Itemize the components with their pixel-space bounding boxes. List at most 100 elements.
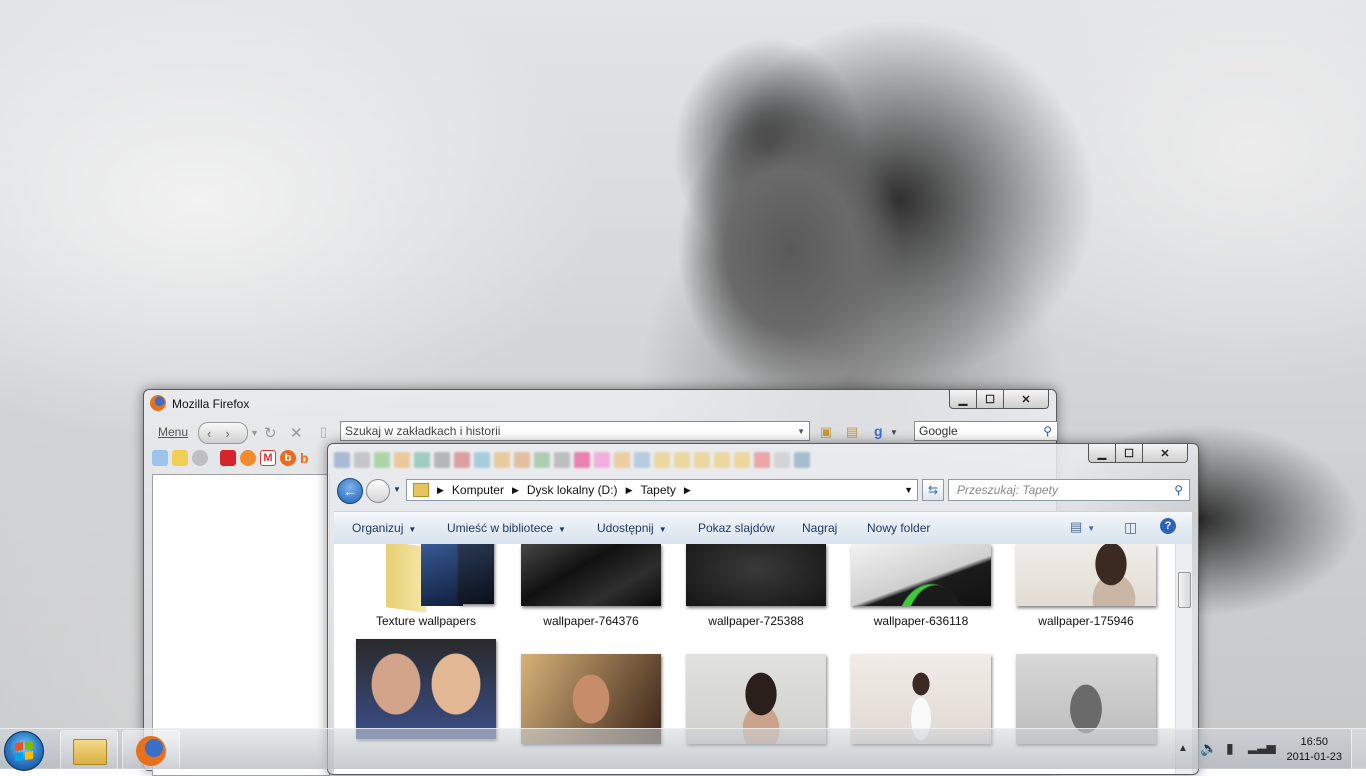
window-controls: ▁ ☐ ✕ [1088, 444, 1188, 463]
breadcrumb-separator[interactable]: ▶ [684, 485, 691, 496]
list-item[interactable]: wallpaper-636118 [841, 544, 1001, 628]
burn-button[interactable]: Nagraj [802, 521, 837, 535]
windows-logo-icon [15, 741, 33, 761]
address-dropdown-icon[interactable]: ▼ [904, 485, 913, 495]
search-engine-dropdown-icon[interactable]: ▼ [890, 428, 898, 437]
list-item[interactable]: wallpaper-175946 [1006, 544, 1166, 628]
url-dropdown-icon[interactable]: ▼ [797, 427, 805, 436]
slideshow-button[interactable]: Pokaz slajdów [698, 521, 775, 535]
preview-pane-icon[interactable]: ◫ [1124, 519, 1137, 536]
show-hidden-icons-icon[interactable]: ▲ [1178, 743, 1188, 754]
close-button[interactable]: ✕ [1143, 444, 1188, 463]
caret-down-icon: ▼ [558, 525, 566, 534]
image-thumbnail [1016, 544, 1156, 606]
close-button[interactable]: ✕ [1004, 390, 1049, 409]
folder-icon[interactable] [172, 450, 188, 466]
breadcrumb-drive[interactable]: Dysk lokalny (D:) [527, 483, 618, 497]
explorer-window[interactable]: ▁ ☐ ✕ ← ▼ ▶ Komputer ▶ Dysk lokalny (D:)… [327, 443, 1199, 775]
list-item[interactable]: Texture wallpapers [346, 544, 506, 628]
orange-b-icon[interactable]: b [280, 450, 296, 466]
list-item[interactable]: wallpaper-764376 [511, 544, 671, 628]
firefox-logo-icon [136, 736, 166, 766]
add-to-library-button[interactable]: Umieść w bibliotece ▼ [447, 521, 566, 535]
firefox-logo-icon [150, 395, 166, 411]
clock-time: 16:50 [1300, 736, 1329, 748]
start-button[interactable] [4, 731, 44, 771]
taskbar-firefox-button[interactable] [122, 730, 180, 770]
menu-button[interactable]: Menu [158, 425, 188, 439]
navigation-toolbar: Menu ‹ › ▼ ↻ ✕ ▯ Szukaj w zakładkach i h… [152, 421, 1058, 445]
breadcrumb-separator[interactable]: ▶ [626, 485, 633, 496]
share-button[interactable]: Udostępnij ▼ [597, 521, 667, 535]
caret-down-icon: ▼ [408, 525, 417, 534]
folder-icon [413, 483, 429, 497]
page-icon: ▯ [320, 424, 328, 439]
image-thumbnail [851, 544, 991, 606]
search-engine-label: Google [919, 424, 958, 438]
scrollbar-thumb[interactable] [1178, 572, 1191, 608]
refresh-icon[interactable]: ⇆ [922, 479, 944, 501]
caret-down-icon: ▼ [658, 525, 667, 534]
volume-icon[interactable]: 🔈 [1200, 740, 1217, 757]
taskbar: ▲ 🔈 ▮ ▂▃▅ 16:50 2011-01-23 [0, 728, 1366, 771]
window-controls: ▁ ☐ ✕ [949, 390, 1049, 409]
search-box[interactable]: Google ⚲ [914, 421, 1058, 441]
breadcrumb-separator[interactable]: ▶ [512, 485, 519, 496]
recent-pages-dropdown-icon[interactable]: ▼ [393, 485, 401, 494]
taskbar-explorer-button[interactable] [60, 730, 118, 770]
history-dropdown-icon[interactable]: ▼ [250, 428, 259, 438]
gmail-icon[interactable]: M [260, 450, 276, 466]
image-thumbnail [356, 639, 496, 739]
url-placeholder: Szukaj w zakładkach i historii [345, 424, 501, 438]
view-options-icon[interactable]: ▤ ▼ [1070, 519, 1095, 535]
organize-button[interactable]: Organizuj ▼ [352, 521, 416, 535]
forward-arrow-icon[interactable] [366, 479, 390, 503]
list-item[interactable]: wallpaper-725388 [676, 544, 836, 628]
minimize-button[interactable]: ▁ [949, 390, 977, 409]
bookmarks-search-icon[interactable] [152, 450, 168, 466]
image-thumbnail [686, 544, 826, 606]
file-name: wallpaper-725388 [708, 614, 804, 628]
maximize-button[interactable]: ☐ [1116, 444, 1143, 463]
breadcrumb-folder[interactable]: Tapety [640, 483, 675, 497]
breadcrumb-computer[interactable]: Komputer [452, 483, 504, 497]
address-bar[interactable]: ▶ Komputer ▶ Dysk lokalny (D:) ▶ Tapety … [406, 479, 918, 501]
minimize-button[interactable]: ▁ [1088, 444, 1116, 463]
show-desktop-button[interactable] [1351, 729, 1366, 769]
google-icon[interactable]: g [874, 423, 883, 439]
gray-circle-icon[interactable] [192, 450, 208, 466]
folder-icon [73, 739, 107, 765]
reload-icon[interactable]: ↻ [264, 424, 277, 442]
blogger-icon[interactable]: b [300, 450, 316, 466]
address-row: ← ▼ ▶ Komputer ▶ Dysk lokalny (D:) ▶ Tap… [334, 476, 1192, 504]
clock[interactable]: 16:50 2011-01-23 [1287, 735, 1342, 765]
search-icon[interactable]: ⚲ [1174, 483, 1183, 497]
network-signal-icon[interactable]: ▂▃▅ [1248, 740, 1276, 754]
folder-icon [366, 544, 494, 613]
file-name: Texture wallpapers [375, 614, 477, 628]
clipboard-icon[interactable]: ▣ [820, 424, 832, 440]
window-title: Mozilla Firefox [172, 397, 250, 411]
file-name: wallpaper-764376 [543, 614, 639, 628]
command-bar: Organizuj ▼ Umieść w bibliotece ▼ Udostępn… [334, 511, 1192, 545]
url-bar[interactable]: Szukaj w zakładkach i historii ▼ [340, 421, 810, 441]
bookmarks-toolbar: M b b [152, 448, 316, 468]
back-forward-buttons[interactable]: ‹ › [198, 422, 248, 444]
bookmark-star-icon[interactable]: ▤ [846, 424, 858, 440]
forward-arrow-icon[interactable]: › [225, 426, 229, 441]
maximize-button[interactable]: ☐ [977, 390, 1004, 409]
file-name: wallpaper-636118 [873, 614, 969, 628]
balloon-icon[interactable] [240, 450, 256, 466]
search-icon[interactable]: ⚲ [1043, 424, 1052, 438]
battery-icon[interactable]: ▮ [1226, 740, 1234, 757]
breadcrumb-separator[interactable]: ▶ [437, 485, 444, 496]
back-arrow-icon[interactable]: ‹ [207, 426, 211, 441]
back-arrow-icon[interactable]: ← [337, 478, 363, 504]
help-icon[interactable]: ? [1160, 518, 1176, 534]
list-item[interactable] [346, 639, 506, 739]
red-flower-icon[interactable] [220, 450, 236, 466]
search-placeholder: Przeszukaj: Tapety [957, 483, 1058, 497]
search-input[interactable]: Przeszukaj: Tapety ⚲ [948, 479, 1190, 501]
new-folder-button[interactable]: Nowy folder [867, 521, 930, 535]
stop-icon[interactable]: ✕ [290, 424, 303, 442]
